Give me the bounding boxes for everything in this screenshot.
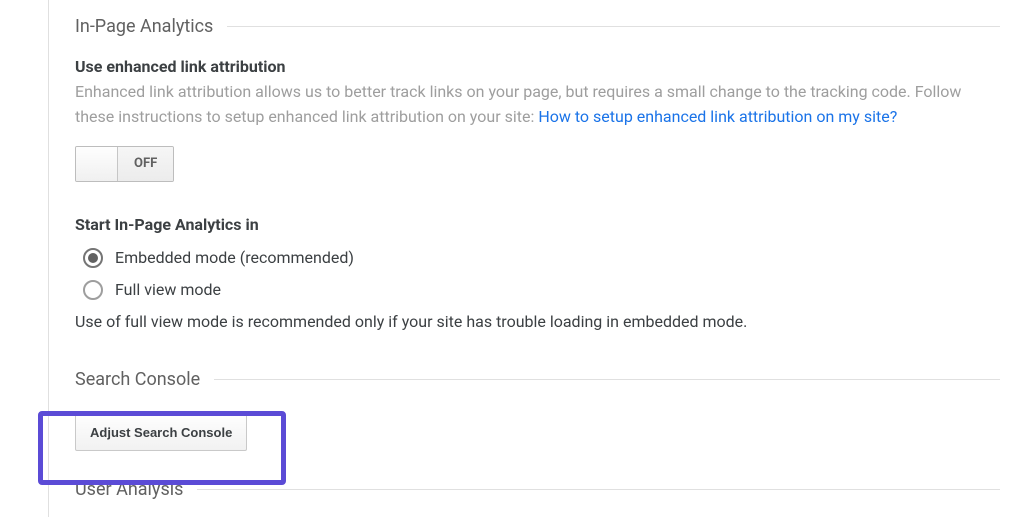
section-divider <box>214 379 1000 380</box>
section-search-console: Search Console Adjust Search Console <box>75 369 1000 451</box>
section-title-in-page-analytics: In-Page Analytics <box>75 16 213 37</box>
vertical-rule <box>48 0 49 517</box>
section-divider <box>227 26 1000 27</box>
setting-desc-enhanced-link: Enhanced link attribution allows us to b… <box>75 80 1000 130</box>
radio-full-view-mode[interactable]: Full view mode <box>83 280 1000 300</box>
radio-icon <box>83 248 103 268</box>
section-in-page-analytics: In-Page Analytics Use enhanced link attr… <box>75 16 1000 331</box>
radio-icon <box>83 280 103 300</box>
radio-embedded-mode[interactable]: Embedded mode (recommended) <box>83 248 1000 268</box>
setting-title-enhanced-link: Use enhanced link attribution <box>75 57 1000 76</box>
start-mode-hint: Use of full view mode is recommended onl… <box>75 312 1000 331</box>
section-divider <box>197 489 1000 490</box>
adjust-search-console-button[interactable]: Adjust Search Console <box>75 414 247 451</box>
section-user-analysis: User Analysis <box>75 479 1000 500</box>
enhanced-link-help-link[interactable]: How to setup enhanced link attribution o… <box>538 107 897 126</box>
enhanced-link-toggle[interactable]: OFF <box>75 146 174 182</box>
toggle-state-label: OFF <box>118 147 173 181</box>
radio-label-embedded: Embedded mode (recommended) <box>115 248 354 267</box>
radio-label-fullview: Full view mode <box>115 280 221 299</box>
section-title-search-console: Search Console <box>75 369 200 390</box>
toggle-knob <box>76 147 118 181</box>
setting-title-start-mode: Start In-Page Analytics in <box>75 215 1000 234</box>
section-title-user-analysis: User Analysis <box>75 479 183 500</box>
